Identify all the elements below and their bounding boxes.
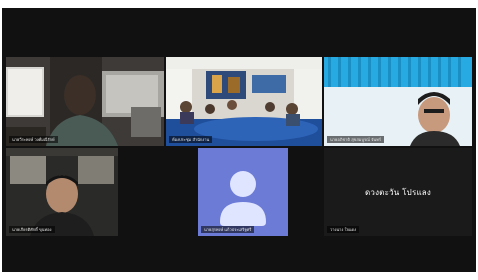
participant-video [6,148,118,236]
participant-display-name: ดวงตะวัน โปรแลง [364,187,432,197]
participant-name-label: วางนาง ใจแดง [327,226,360,233]
participant-name-label: นายสุรพงษ์ แก้วประเสริฐศรี [201,226,255,233]
participant-name-label: นายเกียรติศักดิ์ ขุนทอง [9,226,55,233]
participant-name-label: นายวีระพงษ์ วงศ์มณีรักษ์ [9,136,58,143]
video-conference-screen: นายวีระพงษ์ วงศ์มณีรักษ์ ห้องประชุม สำนั… [2,8,476,272]
user-avatar-icon [198,148,288,236]
participant-name-label: นายอภิชาติ สุขสมบูรณ์ จันทร์ [327,136,384,143]
participant-name-label: ห้องประชุม สำนักงาน [169,136,213,143]
participant-tile[interactable]: ดวงตะวัน โปรแลง วางนาง ใจแดง [324,148,472,236]
participant-video [324,57,472,146]
participant-video [6,57,164,146]
participant-video [166,57,322,146]
participant-tile[interactable]: นายสุรพงษ์ แก้วประเสริฐศรี [198,148,288,236]
participant-tile[interactable]: ห้องประชุม สำนักงาน [166,57,322,146]
participant-tile[interactable]: นายอภิชาติ สุขสมบูรณ์ จันทร์ [324,57,472,146]
participant-tile[interactable]: นายวีระพงษ์ วงศ์มณีรักษ์ [6,57,164,146]
participant-tile[interactable]: นายเกียรติศักดิ์ ขุนทอง [6,148,118,236]
